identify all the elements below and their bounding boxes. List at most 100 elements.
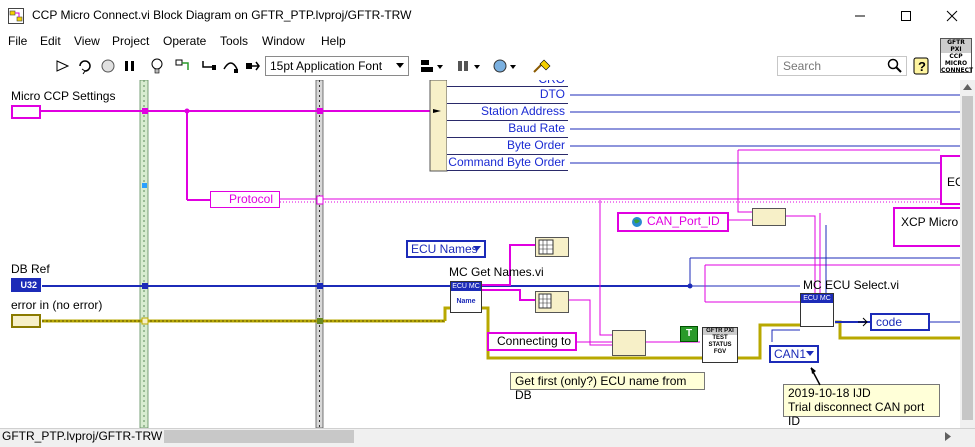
comment-text: Trial disconnect CAN port ID (788, 400, 925, 428)
bundle-field[interactable]: Baud Rate (447, 120, 568, 137)
subvi-text: Name (456, 298, 476, 305)
comment-arrow (810, 367, 821, 386)
vi-icon-line: CONNECT (941, 67, 974, 74)
window-title: CCP Micro Connect.vi Block Diagram on GF… (32, 8, 412, 22)
concatenate-strings-node[interactable] (612, 330, 646, 356)
close-icon (946, 10, 958, 21)
vertical-scroll-thumb[interactable] (962, 96, 973, 420)
subvi-text: TEST (712, 335, 728, 341)
db-ref-type: U32 (20, 280, 37, 290)
labview-block-diagram-icon (8, 8, 24, 24)
horizontal-scroll-thumb[interactable] (164, 430, 354, 443)
xcp-micro-label: XCP Micro (901, 215, 959, 229)
reorder-icon[interactable] (492, 57, 518, 75)
font-select[interactable]: 15pt Application Font (265, 56, 409, 76)
highlight-execution-icon[interactable] (148, 57, 166, 75)
globe-icon (632, 217, 642, 227)
close-button[interactable] (929, 0, 975, 31)
menu-file[interactable]: File (8, 34, 27, 48)
step-over-icon[interactable] (222, 57, 240, 75)
bundle-field[interactable]: DTO (447, 86, 568, 103)
ecu-names-ring[interactable]: ECU Names (406, 240, 486, 258)
code-indicator[interactable]: code (870, 313, 930, 331)
minimize-button[interactable] (837, 0, 883, 31)
bundle-field[interactable]: Station Address (447, 103, 568, 120)
error-in-label: error in (no error) (11, 298, 103, 312)
font-select-value: 15pt Application Font (270, 59, 383, 73)
chevron-down-icon (396, 63, 404, 68)
test-status-fgv-subvi[interactable]: GFTR PXI TEST STATUS FGV (702, 327, 738, 363)
subvi-text: FGV (713, 349, 727, 355)
step-out-icon[interactable] (244, 57, 262, 75)
protocol-label: Protocol (229, 192, 274, 206)
menu-edit[interactable]: Edit (40, 34, 61, 48)
menu-view[interactable]: View (74, 34, 100, 48)
scroll-up-icon[interactable] (963, 83, 972, 91)
subvi-text: STATUS (708, 342, 732, 348)
maximize-button[interactable] (883, 0, 929, 31)
bundle-node-small[interactable] (752, 208, 786, 226)
ec-label: EC (947, 175, 960, 189)
chevron-down-icon (473, 246, 481, 251)
comment-text: 2019-10-18 IJD (788, 386, 871, 400)
project-path: GFTR_PTP.lvproj/GFTR-TRW (2, 429, 163, 443)
arrow-right-icon (858, 317, 868, 327)
mc-get-names-label: MC Get Names.vi (449, 265, 544, 279)
index-array-icon[interactable] (535, 291, 569, 313)
connecting-to-constant[interactable]: Connecting to (487, 332, 577, 351)
run-arrow-icon[interactable] (54, 57, 72, 75)
svg-text:?: ? (918, 59, 926, 74)
protocol-unbundle[interactable]: Protocol (210, 191, 280, 208)
minimize-icon (855, 15, 865, 16)
mc-get-names-subvi[interactable]: ECU MC Name (450, 281, 482, 313)
code-label: code (876, 315, 903, 329)
distribute-objects-icon[interactable] (456, 57, 482, 75)
help-icon[interactable]: ? (913, 57, 929, 75)
vi-icon-line: GFTR PXI (941, 39, 971, 53)
align-objects-icon[interactable] (419, 57, 445, 75)
subvi-banner: GFTR PXI (703, 328, 737, 335)
array-index-icon[interactable] (535, 237, 569, 257)
menu-tools[interactable]: Tools (220, 34, 248, 48)
search-icon[interactable] (887, 58, 903, 74)
can1-ring[interactable]: CAN1 (769, 345, 819, 363)
micro-ccp-settings-label: Micro CCP Settings (11, 89, 116, 103)
bundle-field[interactable]: Command Byte Order (447, 154, 568, 171)
micro-ccp-settings-terminal[interactable] (11, 105, 41, 119)
block-diagram-canvas[interactable]: Micro CCP Settings DB Ref U32 error in (… (0, 80, 960, 428)
xcp-micro-node[interactable]: XCP Micro (893, 207, 960, 247)
clean-up-diagram-icon[interactable] (530, 57, 554, 75)
menu-window[interactable]: Window (262, 34, 305, 48)
ec-node-partial[interactable]: EC (940, 155, 960, 205)
error-in-terminal[interactable] (11, 314, 41, 328)
search-placeholder: Search (783, 59, 822, 73)
can1-label: CAN1 (774, 347, 807, 361)
maximize-icon (901, 10, 911, 21)
vi-icon-line: MICRO (944, 60, 968, 67)
db-ref-label: DB Ref (11, 262, 50, 276)
menu-project[interactable]: Project (112, 34, 149, 48)
retain-wire-values-icon[interactable] (174, 57, 192, 75)
menu-operate[interactable]: Operate (163, 34, 206, 48)
db-ref-terminal[interactable]: U32 (11, 278, 41, 292)
subvi-banner: ECU MC (451, 282, 481, 291)
can-port-id-label: CAN_Port_ID (647, 214, 720, 228)
chevron-down-icon (806, 351, 814, 356)
true-label: T (685, 328, 693, 339)
mc-ecu-select-subvi[interactable]: ECU MC (800, 293, 834, 327)
comment-trial: 2019-10-18 IJD Trial disconnect CAN port… (783, 384, 940, 428)
comment-get-first: Get first (only?) ECU name from DB (510, 372, 705, 402)
run-continuously-icon[interactable] (76, 57, 94, 75)
step-into-icon[interactable] (200, 57, 218, 75)
bundle-field[interactable]: Byte Order (447, 137, 568, 154)
true-constant[interactable]: T (680, 326, 698, 342)
abort-icon[interactable] (99, 57, 117, 75)
vi-icon-line: CCP (949, 53, 963, 60)
pause-icon[interactable] (121, 57, 139, 75)
scroll-right-icon[interactable] (944, 432, 953, 441)
vi-icon: GFTR PXI CCP MICRO CONNECT (940, 38, 974, 74)
connecting-to-label: Connecting to (497, 334, 572, 348)
subvi-banner: ECU MC (801, 294, 833, 303)
menu-help[interactable]: Help (321, 34, 346, 48)
mc-ecu-select-label: MC ECU Select.vi (803, 278, 900, 292)
